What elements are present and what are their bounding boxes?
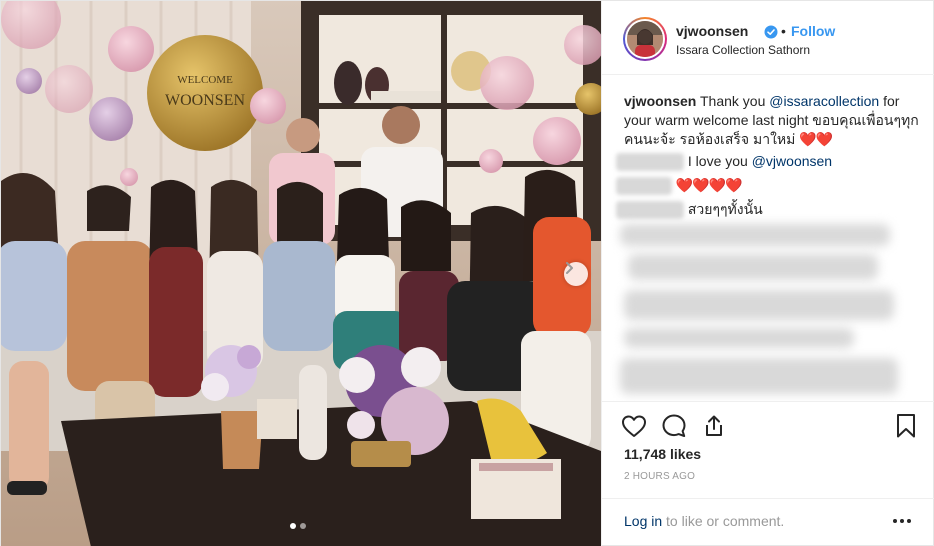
instagram-post: WELCOME WOONSEN vjwoonsen • Follow Issar… [0,0,934,546]
blurred-username [616,177,672,196]
login-prompt: Log in to like or comment. [624,513,784,529]
comment-bubble-icon [662,414,686,437]
comment-item: สวยๆๆทั้งนั้น [616,200,763,220]
blurred-comment [624,328,854,348]
avatar-image [627,21,663,57]
blurred-username [616,153,684,172]
comments-section: vjwoonsen Thank you @issaracollection fo… [602,76,934,401]
post-location[interactable]: Issara Collection Sathorn [676,43,810,57]
share-button[interactable] [698,410,730,442]
blurred-comment [628,254,878,280]
save-button[interactable] [890,410,922,442]
post-header: vjwoonsen • Follow Issara Collection Sat… [602,1,934,75]
follow-button[interactable]: Follow [791,23,835,39]
comment-text: สวยๆๆทั้งนั้น [687,201,763,217]
share-icon [706,415,722,436]
avatar[interactable] [623,17,667,61]
carousel-indicator [290,523,306,529]
carousel-dot [300,523,306,529]
comment-item: I love you @vjwoonsen [616,152,832,172]
post-photo[interactable]: WELCOME WOONSEN [1,1,601,546]
balloon-name-text: WOONSEN [165,92,245,109]
post-timestamp[interactable]: 2 HOURS AGO [624,471,695,482]
verified-badge-icon [764,25,778,39]
caption-mention[interactable]: @issaracollection [769,93,879,109]
comment-text: I love you [687,153,752,169]
comment-item: ❤️❤️❤️❤️ [616,176,743,196]
party-photo-illustration: WELCOME WOONSEN [1,1,601,546]
next-photo-button[interactable] [564,262,588,286]
comment-heart-emoji: ❤️❤️❤️❤️ [675,177,743,193]
blurred-comment [620,358,898,394]
comment-mention[interactable]: @vjwoonsen [752,153,832,169]
heart-icon [622,415,646,437]
caption-text: Thank you [696,93,770,109]
more-options-icon [893,519,911,523]
blurred-comment [620,224,890,246]
carousel-dot-active [290,523,296,529]
comment-button[interactable] [658,410,690,442]
login-link[interactable]: Log in [624,513,662,529]
post-side-panel: vjwoonsen • Follow Issara Collection Sat… [601,1,934,546]
header-separator: • [781,23,786,39]
caption-heart-emoji: ❤️❤️ [799,131,833,147]
bookmark-icon [897,414,915,438]
caption-username[interactable]: vjwoonsen [624,93,696,109]
more-options-button[interactable] [890,509,914,533]
login-prompt-text: to like or comment. [662,513,785,529]
post-caption: vjwoonsen Thank you @issaracollection fo… [624,92,920,149]
login-bar: Log in to like or comment. [602,498,934,546]
blurred-comment [624,290,894,320]
balloon-welcome-text: WELCOME [177,74,233,86]
post-username[interactable]: vjwoonsen [676,23,748,39]
action-bar [618,410,922,442]
chevron-right-icon [566,262,573,274]
like-button[interactable] [618,410,650,442]
blurred-username [616,201,684,220]
post-footer: 11,748 likes 2 HOURS AGO Log in to like … [602,401,934,546]
likes-count[interactable]: 11,748 likes [624,446,701,462]
